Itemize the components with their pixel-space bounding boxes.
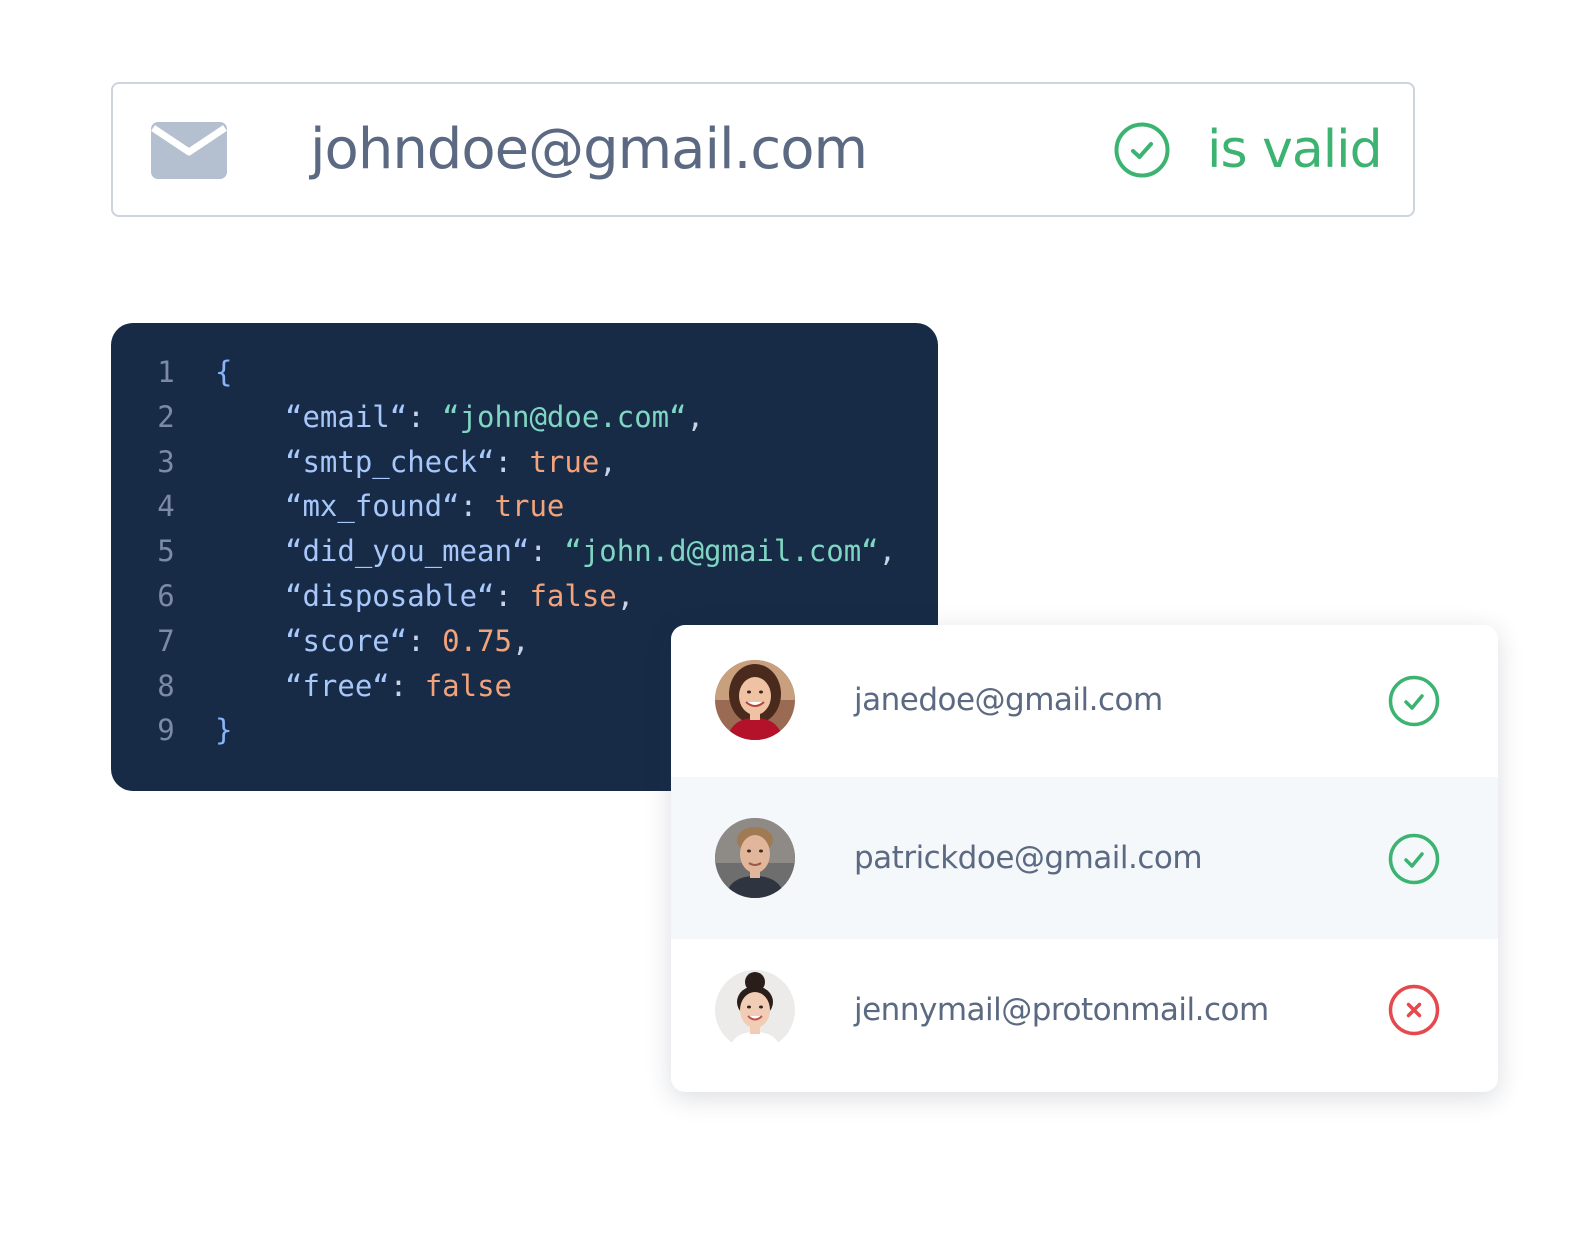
line-number: 7 — [157, 623, 175, 658]
email-input-field[interactable]: johndoe@gmail.com is valid — [111, 82, 1415, 217]
code-content: “mx_found“: true — [285, 484, 564, 529]
x-circle-icon — [1388, 984, 1440, 1036]
check-circle-icon — [1114, 122, 1170, 178]
code-content: { — [215, 350, 232, 395]
json-comma: , — [511, 623, 530, 658]
avatar — [715, 818, 795, 898]
list-item-email: patrickdoe@gmail.com — [854, 840, 1203, 876]
avatar — [715, 970, 795, 1050]
json-key: “free“ — [285, 668, 390, 703]
json-key: “disposable“ — [285, 579, 495, 613]
json-value: “john@doe.com“ — [442, 399, 687, 434]
json-value: false — [424, 668, 512, 703]
json-value: “john.d@gmail.com“ — [564, 534, 879, 569]
json-comma: , — [686, 399, 705, 434]
json-comma: , — [878, 534, 897, 569]
code-content: “smtp_check“: true, — [285, 440, 617, 485]
json-separator: : — [459, 489, 495, 524]
json-value: true — [529, 444, 600, 479]
list-item-email: jennymail@protonmail.com — [854, 992, 1269, 1028]
list-item[interactable]: janedoe@gmail.com — [671, 625, 1498, 777]
line-number: 9 — [157, 713, 175, 748]
code-content: } — [215, 708, 232, 753]
line-number: 8 — [157, 668, 175, 703]
email-value[interactable]: johndoe@gmail.com — [310, 110, 868, 190]
page: johndoe@gmail.com is valid 1 {2 “email“: “… — [0, 0, 1578, 1257]
json-value: true — [494, 489, 565, 524]
list-item[interactable]: patrickdoe@gmail.com — [671, 777, 1498, 939]
check-circle-icon — [1388, 833, 1440, 885]
envelope-icon — [151, 122, 227, 179]
code-content: “email“: “john@doe.com“, — [285, 395, 704, 440]
check-circle-icon — [1388, 675, 1440, 727]
json-separator: : — [389, 668, 425, 703]
json-comma: , — [616, 579, 635, 613]
json-comma: , — [599, 444, 617, 479]
json-separator: : — [407, 399, 443, 434]
validation-status-text: is valid — [1207, 120, 1383, 180]
code-content: “free“: false — [285, 664, 512, 709]
json-value: 0.75 — [442, 623, 512, 658]
json-value: false — [529, 579, 617, 613]
email-list-card: janedoe@gmail.com patrickdoe@gmail.com j… — [671, 625, 1498, 1092]
code-content: “did_you_mean“: “john.d@gmail.com“, — [285, 529, 896, 574]
line-number: 6 — [157, 579, 175, 613]
code-content: “disposable“: false, — [285, 574, 634, 619]
json-key: “score“ — [285, 623, 408, 658]
json-separator: : — [407, 623, 443, 658]
json-key: “did_you_mean“ — [285, 534, 530, 569]
line-number: 5 — [157, 534, 175, 569]
avatar — [715, 660, 795, 740]
json-key: “email“ — [285, 399, 408, 434]
json-brace: } — [215, 713, 233, 748]
json-key: “smtp_check“ — [285, 444, 495, 479]
line-number: 4 — [157, 489, 175, 524]
list-item-email: janedoe@gmail.com — [854, 682, 1163, 718]
code-content: “score“: 0.75, — [285, 619, 529, 664]
json-separator: : — [494, 444, 530, 479]
line-number: 1 — [157, 355, 175, 389]
json-separator: : — [494, 579, 530, 613]
json-key: “mx_found“ — [285, 489, 460, 524]
line-number: 2 — [157, 399, 175, 434]
list-item[interactable]: jennymail@protonmail.com — [671, 939, 1498, 1092]
json-separator: : — [529, 534, 565, 569]
line-number: 3 — [157, 444, 175, 479]
json-brace: { — [215, 355, 233, 389]
